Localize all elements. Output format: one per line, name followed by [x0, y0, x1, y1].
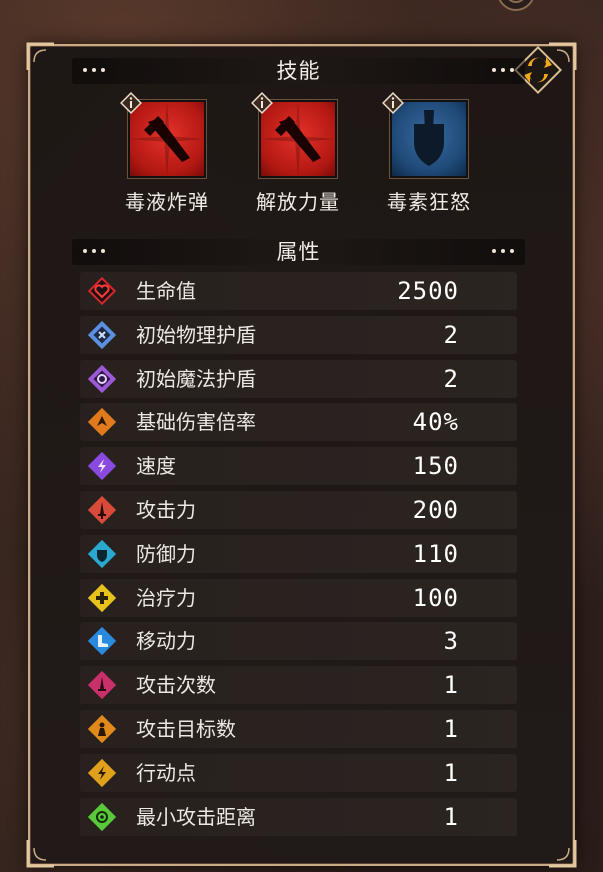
attribute-value: 2500: [397, 277, 459, 305]
heart-icon: [87, 276, 117, 306]
attribute-label: 初始物理护盾: [136, 322, 256, 347]
physical-shield-icon: [87, 320, 117, 349]
attribute-value: 100: [412, 583, 459, 612]
skill-icon-frame: [251, 92, 337, 178]
attribute-label: 基础伤害倍率: [136, 410, 256, 435]
info-icon[interactable]: [120, 92, 142, 114]
attribute-label: 生命值: [136, 279, 196, 303]
attribute-value: 1: [443, 758, 459, 787]
corner-ornament-icon: [26, 840, 54, 868]
defense-icon: [87, 539, 117, 568]
move-icon: [87, 627, 117, 656]
attribute-value: 1: [443, 802, 459, 831]
min-range-icon: [87, 802, 117, 831]
attributes-header: 属性: [72, 239, 525, 265]
speed-icon: [87, 452, 117, 481]
target-count-icon: [87, 714, 117, 744]
skill-name: 解放力量: [256, 190, 340, 214]
heal-icon: [87, 583, 117, 612]
skill-venom-bomb[interactable]: 毒液炸弹: [97, 92, 237, 215]
skill-name: 毒液炸弹: [125, 190, 209, 214]
attribute-label: 防御力: [136, 541, 196, 566]
attribute-value: 1: [443, 714, 459, 743]
attribute-value: 2: [443, 364, 459, 393]
top-medallion-icon: [498, 0, 534, 11]
attack-count-icon: [87, 671, 117, 700]
attack-icon: [87, 495, 117, 525]
attribute-row-attack: 攻击力 200: [80, 490, 517, 529]
attribute-row-attack-count: 攻击次数 1: [80, 666, 517, 705]
attribute-row-hp: 生命值 2500: [80, 272, 517, 310]
skill-toxin-rage[interactable]: 毒素狂怒: [359, 92, 499, 215]
magic-shield-icon: [87, 364, 117, 393]
corner-ornament-icon: [549, 840, 577, 868]
attribute-label: 攻击次数: [136, 673, 216, 698]
ornament-dots-icon: [492, 249, 514, 253]
action-point-icon: [87, 758, 117, 787]
attribute-label: 攻击目标数: [136, 716, 236, 741]
attribute-value: 150: [412, 452, 459, 481]
attribute-label: 最小攻击距离: [136, 804, 256, 829]
skill-icon-frame: [382, 92, 468, 178]
attribute-label: 移动力: [136, 629, 196, 654]
attribute-value: 110: [412, 539, 459, 568]
skills-title: 技能: [276, 59, 321, 83]
skill-release-power[interactable]: 解放力量: [228, 92, 368, 215]
skill-icon-frame: [120, 92, 206, 178]
corner-ornament-icon: [26, 42, 54, 70]
damage-multiplier-icon: [87, 408, 117, 437]
attribute-row-min-range: 最小攻击距离 1: [80, 797, 517, 836]
info-icon[interactable]: [382, 92, 404, 114]
skill-name: 毒素狂怒: [387, 190, 471, 214]
attribute-row-defense: 防御力 110: [80, 534, 517, 573]
attribute-value: 1: [443, 671, 459, 700]
attribute-label: 攻击力: [136, 497, 196, 522]
attribute-row-action-point: 行动点 1: [80, 753, 517, 792]
attribute-row-target-count: 攻击目标数 1: [80, 709, 517, 748]
attribute-label: 治疗力: [136, 585, 196, 610]
attribute-label: 速度: [136, 454, 176, 479]
attribute-row-damage-multiplier: 基础伤害倍率 40%: [80, 403, 517, 442]
attribute-label: 行动点: [136, 760, 196, 785]
attribute-value: 2: [443, 320, 459, 349]
attribute-row-magic-shield: 初始魔法护盾 2: [80, 359, 517, 398]
attribute-value: 40%: [412, 408, 459, 437]
ornament-dots-icon: [492, 68, 514, 72]
attribute-label: 初始魔法护盾: [136, 366, 256, 391]
attribute-value: 200: [412, 495, 459, 524]
attribute-list: 生命值 2500 初始物理护盾 2 初始魔法护盾 2 基础伤害倍率 40% 速度…: [80, 272, 517, 841]
attribute-row-speed: 速度 150: [80, 447, 517, 486]
info-icon[interactable]: [251, 92, 273, 114]
skills-header: 技能: [72, 58, 525, 84]
attribute-value: 3: [443, 627, 459, 656]
attribute-row-move: 移动力 3: [80, 622, 517, 661]
attributes-title: 属性: [276, 240, 321, 264]
attribute-row-heal: 治疗力 100: [80, 578, 517, 617]
attribute-row-physical-shield: 初始物理护盾 2: [80, 315, 517, 354]
